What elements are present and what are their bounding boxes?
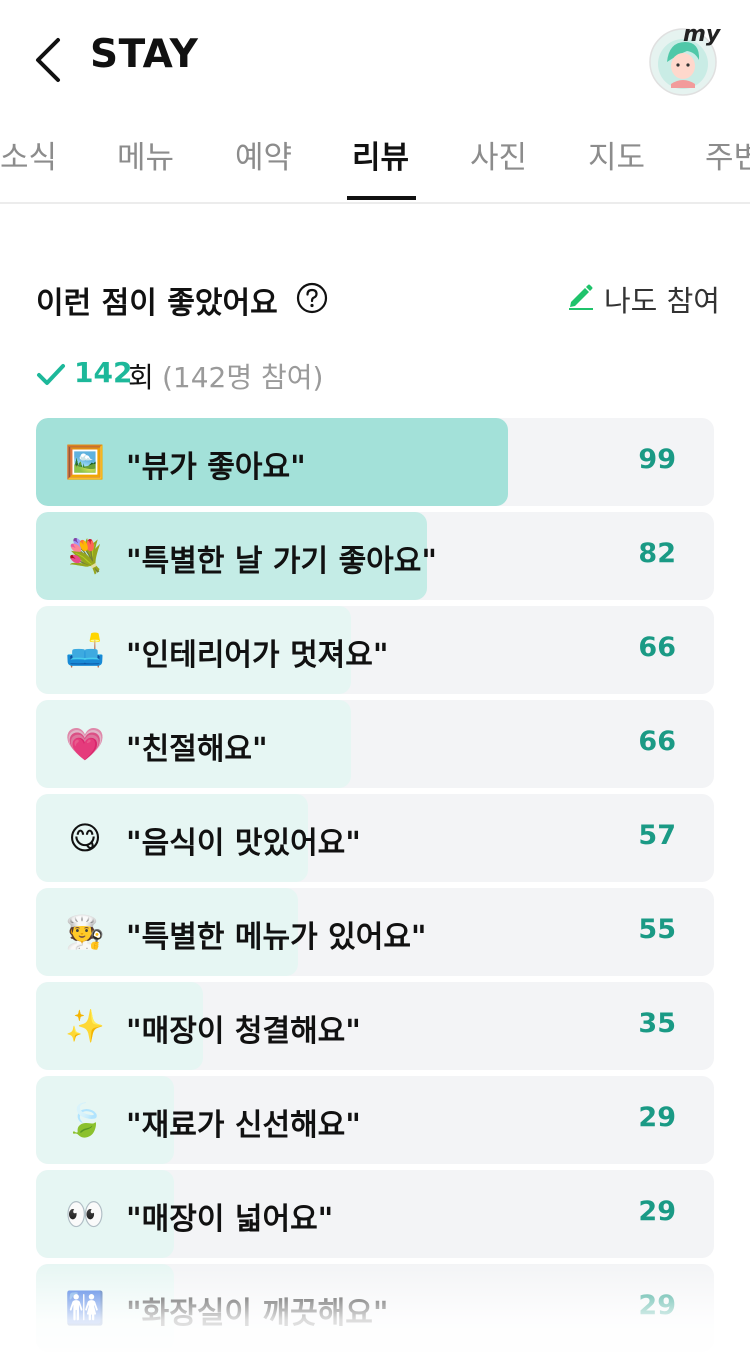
review-keyword-text: "특별한 메뉴가 있어요" xyxy=(126,920,427,955)
review-keyword-count: 29 xyxy=(638,1196,676,1227)
pencil-icon xyxy=(569,284,593,310)
review-keyword-text: "인테리어가 멋져요" xyxy=(126,638,389,673)
tab-news[interactable]: 소식 xyxy=(0,132,57,177)
top-bar: STAY my xyxy=(0,0,750,110)
chef-icon: 🧑‍🍳 xyxy=(65,913,105,951)
vote-count: 142 xyxy=(74,356,133,389)
bottom-fade-overlay xyxy=(0,1262,750,1367)
tab-map[interactable]: 지도 xyxy=(588,132,645,177)
sparkles-icon: ✨ xyxy=(65,1007,105,1045)
review-keyword-item[interactable]: 👀 "매장이 넓어요" 29 xyxy=(36,1170,714,1258)
picture-icon: 🖼️ xyxy=(65,443,105,481)
eyes-icon: 👀 xyxy=(65,1195,105,1233)
join-review-label: 나도 참여 xyxy=(604,284,720,318)
review-keyword-item[interactable]: ✨ "매장이 청결해요" 35 xyxy=(36,982,714,1070)
tab-photos[interactable]: 사진 xyxy=(470,132,527,177)
participant-count: (142명 참여) xyxy=(162,361,324,394)
vote-count-unit: 회 xyxy=(128,361,154,394)
tab-reservation[interactable]: 예약 xyxy=(235,132,292,177)
tab-menu[interactable]: 메뉴 xyxy=(117,132,174,177)
review-keyword-count: 99 xyxy=(638,444,676,475)
review-keyword-count: 55 xyxy=(638,914,676,945)
yum-face-icon: 😋 xyxy=(68,819,102,857)
review-keyword-count: 82 xyxy=(638,538,676,569)
review-keyword-text: "매장이 넓어요" xyxy=(126,1202,334,1237)
bouquet-icon: 💐 xyxy=(65,537,105,575)
check-icon xyxy=(37,364,65,385)
review-keyword-text: "재료가 신선해요" xyxy=(126,1108,361,1143)
review-keyword-count: 66 xyxy=(638,726,676,757)
review-keyword-item[interactable]: 💗 "친절해요" 66 xyxy=(36,700,714,788)
my-profile-button[interactable]: my xyxy=(645,22,723,96)
review-keyword-text: "음식이 맛있어요" xyxy=(126,826,361,861)
active-tab-indicator xyxy=(347,196,416,200)
tab-bar: 소식 메뉴 예약 리뷰 사진 지도 주변 xyxy=(0,110,750,204)
back-button[interactable] xyxy=(28,34,72,86)
sofa-lamp-icon: 🛋️ xyxy=(65,631,105,669)
review-keyword-item[interactable]: 🛋️ "인테리어가 멋져요" 66 xyxy=(36,606,714,694)
review-keyword-item[interactable]: 🖼️ "뷰가 좋아요" 99 xyxy=(36,418,714,506)
review-keyword-count: 57 xyxy=(638,820,676,851)
review-keyword-item[interactable]: 😋 "음식이 맛있어요" 57 xyxy=(36,794,714,882)
question-circle-icon xyxy=(296,282,328,314)
review-keyword-count: 35 xyxy=(638,1008,676,1039)
review-keyword-text: "매장이 청결해요" xyxy=(126,1014,361,1049)
leaf-icon: 🍃 xyxy=(65,1101,105,1139)
my-badge-label: my xyxy=(683,22,721,47)
tab-review[interactable]: 리뷰 xyxy=(352,132,409,177)
review-keyword-count: 29 xyxy=(638,1102,676,1133)
review-keyword-item[interactable]: 🍃 "재료가 신선해요" 29 xyxy=(36,1076,714,1164)
page-title: STAY xyxy=(90,32,199,77)
help-button[interactable] xyxy=(296,282,328,314)
review-keyword-item[interactable]: 🧑‍🍳 "특별한 메뉴가 있어요" 55 xyxy=(36,888,714,976)
review-keyword-count: 66 xyxy=(638,632,676,663)
review-keyword-text: "특별한 날 가기 좋아요" xyxy=(126,544,437,579)
chevron-left-icon xyxy=(36,38,60,82)
review-keyword-item[interactable]: 💐 "특별한 날 가기 좋아요" 82 xyxy=(36,512,714,600)
section-title: 이런 점이 좋았어요 xyxy=(36,286,278,321)
heart-face-icon: 💗 xyxy=(65,725,105,763)
review-keyword-text: "뷰가 좋아요" xyxy=(126,450,306,485)
tab-nearby[interactable]: 주변 xyxy=(705,132,750,177)
review-keyword-text: "친절해요" xyxy=(126,732,268,767)
